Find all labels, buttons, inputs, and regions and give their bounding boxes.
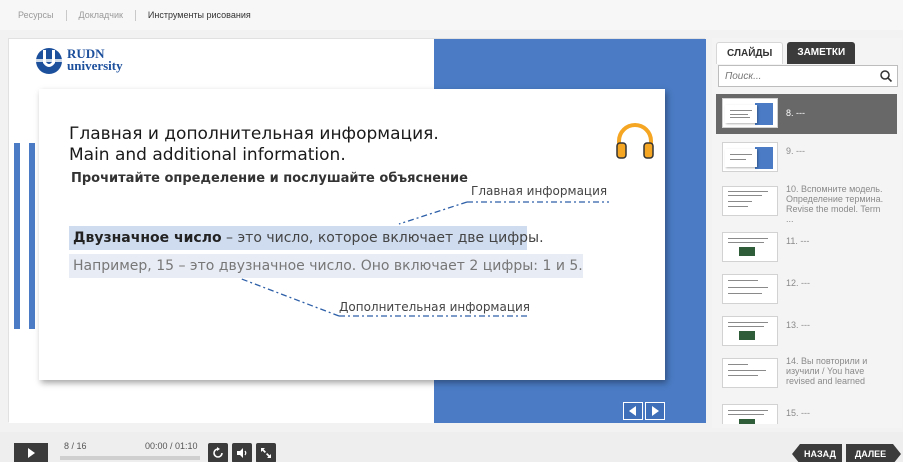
slide-thumbnail (722, 98, 778, 128)
slide-list-label: 14. Вы повторили и изучили / You have re… (786, 356, 868, 386)
slide-list-label: 13. --- (786, 320, 811, 330)
slide-thumbnail (722, 274, 778, 304)
slide-list-item[interactable]: 8. --- (716, 94, 897, 134)
fullscreen-icon (261, 448, 271, 458)
slide-thumbnail (722, 186, 778, 216)
fullscreen-button[interactable] (256, 443, 276, 462)
slide-list-item[interactable]: 14. Вы повторили и изучили / You have re… (716, 354, 897, 398)
slide-counter: 8 / 16 (64, 441, 87, 451)
slide-list-item[interactable]: 10. Вспомните модель. Определение термин… (716, 182, 897, 226)
replay-button[interactable] (208, 443, 228, 462)
play-icon (28, 448, 35, 458)
definition-line: Двузначное число – это число, которое вк… (69, 226, 544, 250)
sidebar-tabs: СЛАЙДЫ ЗАМЕТКИ (716, 38, 856, 64)
slide-left-bar-inner (29, 143, 35, 329)
slide-title-en: Main and additional information. (69, 145, 346, 165)
headphones-icon[interactable] (613, 119, 657, 163)
arrow-right-icon (652, 406, 659, 416)
back-button[interactable]: НАЗАД (792, 444, 842, 462)
definition-text: – это число, которое включает две цифры. (221, 230, 544, 246)
tab-resources[interactable]: Ресурсы (6, 9, 67, 21)
search-input[interactable] (719, 66, 874, 86)
next-button[interactable]: ДАЛЕЕ (846, 444, 901, 462)
rudn-logo: RUDN university (34, 45, 184, 81)
tab-drawing-tools[interactable]: Инструменты рисования (136, 10, 263, 21)
slide-thumbnail (722, 232, 778, 262)
logo-text-university: university (67, 58, 123, 73)
slide-thumbnail (722, 316, 778, 346)
slide-instruction: Прочитайте определение и послушайте объя… (71, 171, 468, 186)
label-main-info: Главная информация (471, 184, 608, 198)
tab-notes[interactable]: ЗАМЕТКИ (787, 42, 856, 64)
slide-thumbnail (722, 142, 778, 172)
slide-list-item[interactable]: 15. --- (716, 400, 897, 424)
slide-left-bar (14, 143, 20, 329)
arrow-left-icon (629, 406, 636, 416)
slide-list-label: 12. --- (786, 278, 811, 288)
volume-icon (237, 448, 247, 458)
slide-list-item[interactable]: 11. --- (716, 228, 897, 268)
slide-thumbnail (722, 358, 778, 388)
player-control-bar: 8 / 16 00:00 / 01:10 НАЗАД ДАЛЕЕ (0, 432, 903, 462)
slide-next-arrow[interactable] (645, 402, 665, 420)
replay-icon (213, 447, 223, 458)
definition-term: Двузначное число (73, 230, 222, 246)
slide-prev-arrow[interactable] (623, 402, 643, 420)
search-icon[interactable] (879, 69, 893, 83)
slide-canvas: RUDN university Главная и дополнительная… (9, 39, 706, 423)
slide-list-label: 8. --- (786, 108, 805, 118)
sidebar: СЛАЙДЫ ЗАМЕТКИ 8. --- 9. --- 10. Вспомни… (712, 38, 902, 428)
slide-list-label: 10. Вспомните модель. Определение термин… (786, 184, 884, 224)
tab-presenter[interactable]: Докладчик (67, 9, 136, 21)
play-button[interactable] (14, 443, 48, 462)
slide-nav-arrows (623, 402, 665, 420)
slide-list-item[interactable]: 13. --- (716, 312, 897, 352)
top-tab-bar: Ресурсы Докладчик Инструменты рисования (0, 0, 903, 30)
slide-thumbnail-list: 8. --- 9. --- 10. Вспомните модель. Опре… (712, 90, 902, 424)
player-window: Ресурсы Докладчик Инструменты рисования … (0, 0, 903, 462)
time-readout: 00:00 / 01:10 (145, 441, 198, 451)
search-box (718, 65, 898, 87)
slide-stage: RUDN university Главная и дополнительная… (8, 38, 706, 423)
slide-list-item[interactable]: 9. --- (716, 138, 897, 178)
example-line: Например, 15 – это двузначное число. Оно… (69, 254, 583, 278)
label-additional-info: Дополнительная информация (339, 300, 531, 314)
tab-slides[interactable]: СЛАЙДЫ (716, 42, 784, 64)
slide-title-ru: Главная и дополнительная информация. (69, 124, 439, 144)
slide-list-label: 9. --- (786, 146, 805, 156)
slide-list-label: 15. --- (786, 408, 811, 418)
slide-thumbnail (722, 404, 778, 424)
rudn-emblem-icon (36, 48, 62, 74)
progress-bar[interactable] (60, 456, 200, 460)
slide-list-label: 11. --- (786, 236, 810, 246)
slide-list-item[interactable]: 12. --- (716, 270, 897, 310)
content-card: Главная и дополнительная информация. Mai… (39, 89, 665, 380)
volume-button[interactable] (232, 443, 252, 462)
